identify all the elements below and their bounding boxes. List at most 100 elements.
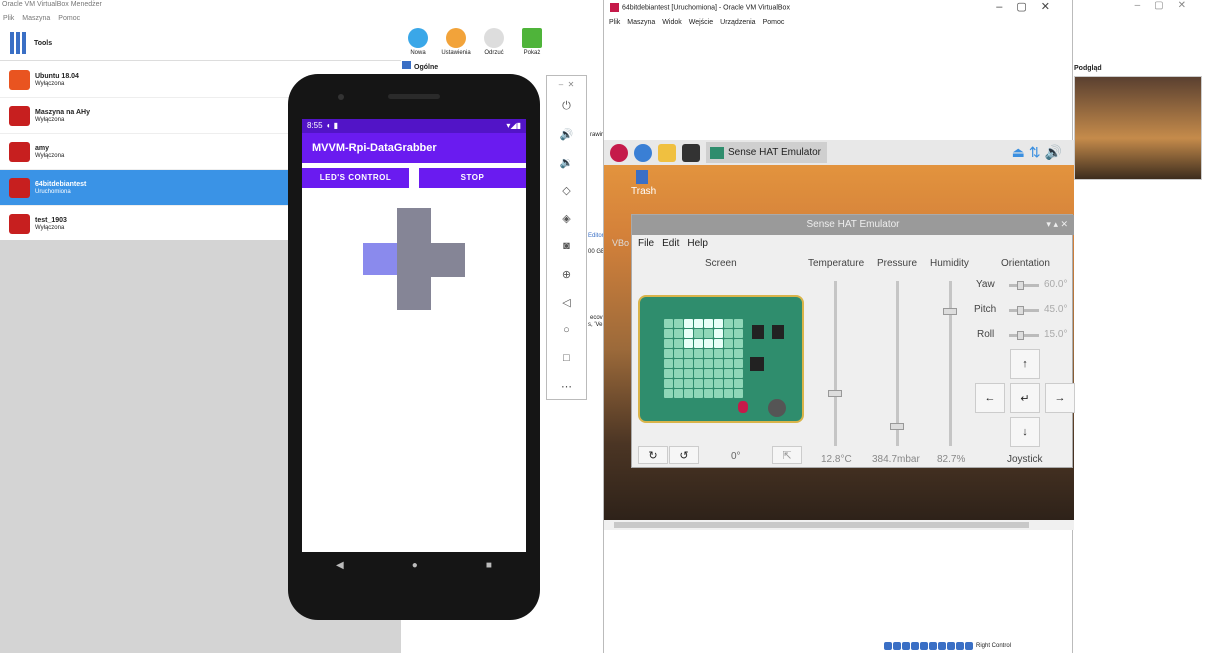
titlebar-controls[interactable]: ▾ ▴ ✕ [1046, 219, 1068, 230]
led-pixel[interactable] [694, 359, 703, 368]
discard-button[interactable]: Odrzuć [478, 28, 510, 56]
led-pixel[interactable] [714, 359, 723, 368]
menu-help[interactable]: Pomoc [58, 15, 80, 22]
led-pixel[interactable] [704, 359, 713, 368]
roll-knob[interactable] [1017, 331, 1024, 340]
sense-hat-titlebar[interactable]: Sense HAT Emulator [632, 215, 1074, 235]
status-icon[interactable] [920, 642, 928, 650]
status-icon[interactable] [929, 642, 937, 650]
led-pixel[interactable] [704, 379, 713, 388]
menu-file[interactable]: File [638, 238, 654, 249]
yaw-knob[interactable] [1017, 281, 1024, 290]
terminal-icon[interactable] [682, 143, 700, 162]
dpad-right-block[interactable] [431, 243, 465, 277]
menu-file[interactable]: Plik [3, 15, 14, 22]
pressure-slider-knob[interactable] [890, 423, 904, 431]
led-pixel[interactable] [674, 349, 683, 358]
pressure-slider[interactable] [896, 281, 899, 446]
led-pixel[interactable] [714, 389, 723, 398]
dpad-left-block[interactable] [363, 243, 399, 275]
led-pixel[interactable] [714, 369, 723, 378]
power-icon[interactable]: ⏻ [547, 92, 586, 120]
led-pixel[interactable] [664, 369, 673, 378]
led-pixel[interactable] [724, 329, 733, 338]
home-icon[interactable]: ● [412, 560, 418, 571]
led-pixel[interactable] [724, 319, 733, 328]
stop-button[interactable]: STOP [419, 168, 526, 188]
taskbar-sense-hat[interactable]: Sense HAT Emulator [706, 142, 828, 163]
joystick-right-button[interactable]: → [1045, 383, 1075, 413]
status-icon[interactable] [947, 642, 955, 650]
more-icon[interactable]: ⋯ [547, 372, 586, 400]
led-pixel[interactable] [694, 379, 703, 388]
led-pixel[interactable] [694, 389, 703, 398]
rotate-left-icon[interactable]: ◇ [547, 176, 586, 204]
home-icon[interactable]: ○ [547, 316, 586, 344]
guest-menu-view[interactable]: Widok [662, 19, 681, 26]
led-pixel[interactable] [694, 339, 703, 348]
volume-down-icon[interactable]: 🔉 [547, 148, 586, 176]
back-icon[interactable]: ◁ [547, 288, 586, 316]
led-pixel[interactable] [724, 369, 733, 378]
led-pixel[interactable] [704, 319, 713, 328]
led-pixel[interactable] [714, 339, 723, 348]
folder-icon[interactable] [658, 143, 676, 162]
led-pixel[interactable] [684, 379, 693, 388]
guest-window-controls[interactable]: –▢✕ [996, 0, 1064, 13]
tools-row[interactable]: Tools [0, 28, 401, 61]
led-pixel[interactable] [724, 389, 733, 398]
led-pixel[interactable] [674, 339, 683, 348]
led-pixel[interactable] [724, 339, 733, 348]
led-pixel[interactable] [674, 389, 683, 398]
status-icon[interactable] [884, 642, 892, 650]
led-pixel[interactable] [674, 319, 683, 328]
led-pixel[interactable] [724, 379, 733, 388]
led-pixel[interactable] [684, 329, 693, 338]
status-icon[interactable] [938, 642, 946, 650]
scroll-thumb[interactable] [614, 522, 1029, 528]
new-button[interactable]: Nowa [402, 28, 434, 56]
led-pixel[interactable] [694, 369, 703, 378]
status-icon[interactable] [911, 642, 919, 650]
led-pixel[interactable] [674, 359, 683, 368]
led-pixel[interactable] [734, 319, 743, 328]
joystick-down-button[interactable]: ↓ [1010, 417, 1040, 447]
led-pixel[interactable] [704, 389, 713, 398]
led-pixel[interactable] [704, 349, 713, 358]
settings-button[interactable]: Ustawienia [440, 28, 472, 56]
led-pixel[interactable] [734, 379, 743, 388]
status-icon[interactable] [902, 642, 910, 650]
volume-up-icon[interactable]: 🔊 [547, 120, 586, 148]
zoom-icon[interactable]: ⊕ [547, 260, 586, 288]
leds-control-button[interactable]: LED'S CONTROL [302, 168, 409, 188]
recents-icon[interactable]: ■ [486, 560, 492, 571]
tray-icons[interactable]: ⏏⇅🔊 [1012, 144, 1066, 161]
roll-slider[interactable] [1009, 331, 1039, 340]
browser-globe-icon[interactable] [634, 143, 652, 162]
guest-menu-devices[interactable]: Urządzenia [720, 19, 755, 26]
led-pixel[interactable] [674, 329, 683, 338]
overview-icon[interactable]: □ [547, 344, 586, 372]
led-pixel[interactable] [664, 389, 673, 398]
pitch-slider[interactable] [1009, 306, 1039, 315]
status-icon[interactable] [893, 642, 901, 650]
temperature-slider[interactable] [834, 281, 837, 446]
rotate-right-icon[interactable]: ◈ [547, 204, 586, 232]
led-pixel[interactable] [684, 359, 693, 368]
raspberry-menu-icon[interactable] [610, 143, 628, 162]
led-pixel[interactable] [664, 319, 673, 328]
menu-help[interactable]: Help [687, 238, 708, 249]
led-pixel[interactable] [714, 379, 723, 388]
led-pixel[interactable] [734, 349, 743, 358]
led-pixel[interactable] [684, 369, 693, 378]
guest-menu-help[interactable]: Pomoc [763, 19, 785, 26]
camera-icon[interactable]: ◙ [547, 232, 586, 260]
yaw-slider[interactable] [1009, 281, 1039, 290]
guest-menu-machine[interactable]: Maszyna [627, 19, 655, 26]
led-pixel[interactable] [664, 329, 673, 338]
status-icon[interactable] [965, 642, 973, 650]
led-pixel[interactable] [704, 339, 713, 348]
joystick-up-button[interactable]: ↑ [1010, 349, 1040, 379]
menu-edit[interactable]: Edit [662, 238, 679, 249]
led-pixel[interactable] [664, 349, 673, 358]
